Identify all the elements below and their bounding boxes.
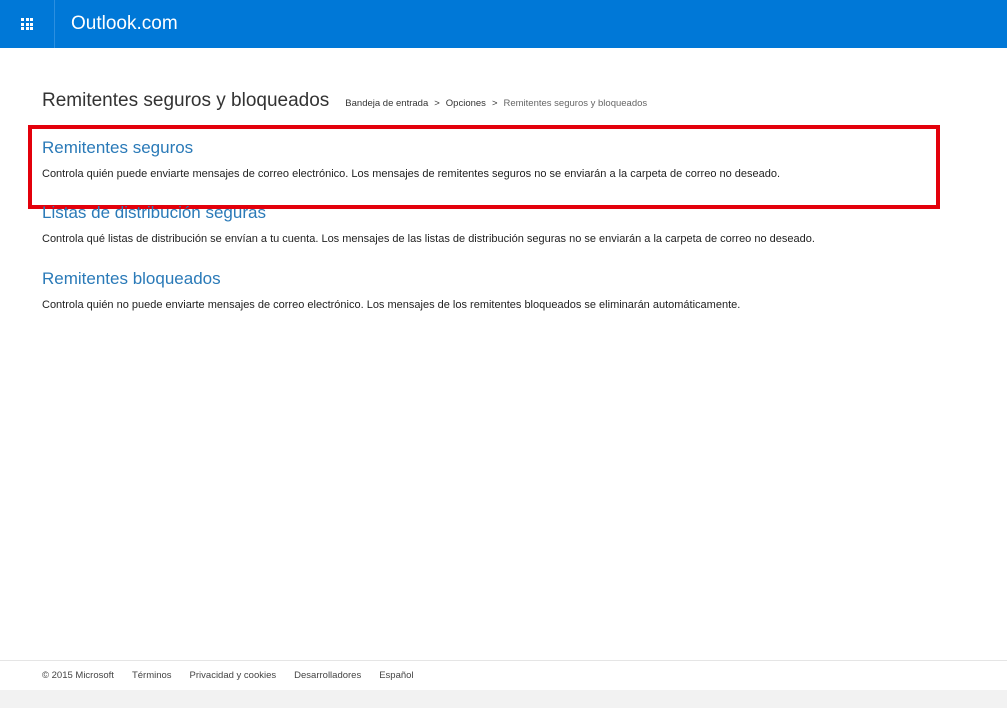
page-header: Remitentes seguros y bloqueados Bandeja … [42, 90, 647, 112]
top-bar: Outlook.com [0, 0, 1007, 48]
safe-senders-description: Controla quién puede enviarte mensajes d… [42, 168, 781, 180]
footer: © 2015 Microsoft Términos Privacidad y c… [0, 660, 1007, 690]
breadcrumb-separator: > [434, 98, 440, 109]
bottom-bar [0, 690, 1007, 708]
footer-link-developers[interactable]: Desarrolladores [294, 670, 361, 681]
breadcrumb-separator: > [491, 98, 498, 109]
app-launcher-button[interactable] [0, 0, 54, 48]
breadcrumb: Bandeja de entrada > Opciones > Remitent… [345, 98, 647, 109]
waffle-grid-icon [21, 18, 33, 30]
safe-mailing-lists-link[interactable]: Listas de distribución seguras [42, 202, 815, 224]
blocked-senders-link[interactable]: Remitentes bloqueados [42, 268, 740, 290]
section-blocked-senders: Remitentes bloqueados Controla quién no … [42, 268, 740, 312]
footer-link-language[interactable]: Español [379, 670, 413, 681]
blocked-senders-description: Controla quién no puede enviarte mensaje… [42, 299, 741, 311]
section-safe-senders: Remitentes seguros Controla quién puede … [42, 137, 780, 181]
footer-link-privacy[interactable]: Privacidad y cookies [190, 670, 277, 681]
copyright-text: © 2015 Microsoft [42, 670, 114, 681]
footer-link-terms[interactable]: Términos [132, 670, 172, 681]
section-safe-mailing-lists: Listas de distribución seguras Controla … [42, 202, 815, 246]
breadcrumb-options[interactable]: Opciones [446, 98, 486, 109]
breadcrumb-inbox[interactable]: Bandeja de entrada [345, 98, 428, 109]
breadcrumb-current: Remitentes seguros y bloqueados [503, 98, 648, 109]
safe-senders-link[interactable]: Remitentes seguros [42, 137, 780, 159]
app-name-link[interactable]: Outlook.com [55, 13, 178, 35]
page-title: Remitentes seguros y bloqueados [42, 90, 330, 111]
safe-mailing-lists-description: Controla qué listas de distribución se e… [42, 233, 815, 245]
